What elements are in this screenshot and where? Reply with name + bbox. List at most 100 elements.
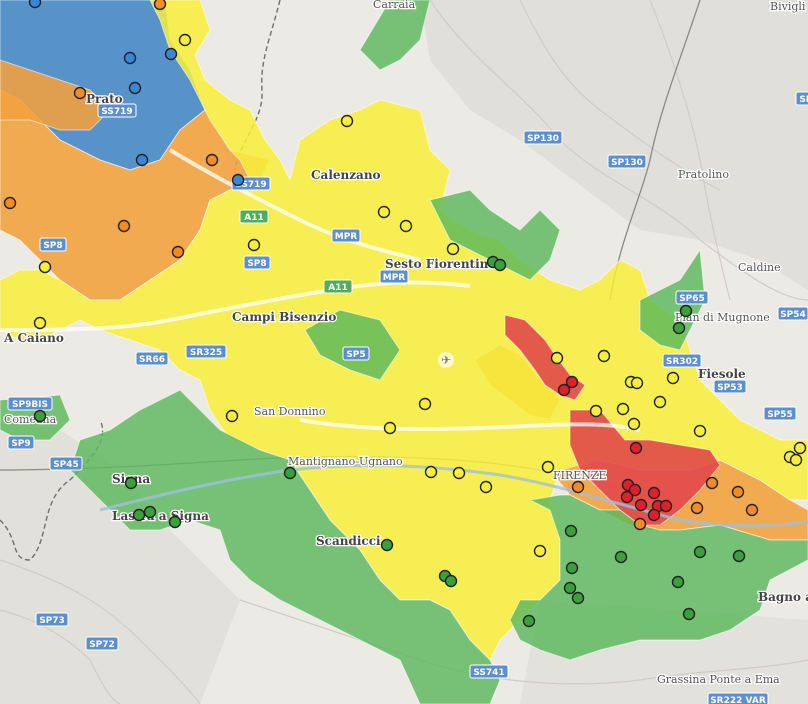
station-marker-yellow-22[interactable]: [424, 465, 438, 479]
station-marker-yellow-17[interactable]: [627, 417, 641, 431]
svg-text:SS719: SS719: [101, 107, 132, 117]
station-marker-green-16[interactable]: [563, 581, 577, 595]
station-marker-blue-1[interactable]: [28, 0, 42, 9]
station-marker-yellow-13[interactable]: [653, 395, 667, 409]
station-marker-blue-3[interactable]: [164, 47, 178, 61]
station-marker-green-4[interactable]: [679, 304, 693, 318]
station-marker-yellow-18[interactable]: [693, 424, 707, 438]
station-marker-orange-7[interactable]: [571, 480, 585, 494]
station-marker-yellow-4[interactable]: [399, 219, 413, 233]
station-marker-orange-10[interactable]: [705, 476, 719, 490]
station-marker-blue-6[interactable]: [231, 173, 245, 187]
station-marker-orange-4[interactable]: [3, 196, 17, 210]
station-marker-yellow-10[interactable]: [597, 349, 611, 363]
station-marker-red-11[interactable]: [647, 508, 661, 522]
station-marker-green-23[interactable]: [522, 614, 536, 628]
shield-sp7: SP7: [795, 91, 808, 106]
station-marker-red-2[interactable]: [557, 383, 571, 397]
station-marker-yellow-21[interactable]: [225, 409, 239, 423]
station-marker-yellow-29[interactable]: [789, 453, 803, 467]
svg-text:SP72: SP72: [89, 640, 115, 650]
station-marker-green-17[interactable]: [571, 591, 585, 605]
station-marker-yellow-23[interactable]: [452, 466, 466, 480]
station-marker-yellow-24[interactable]: [479, 480, 493, 494]
station-marker-green-18[interactable]: [614, 550, 628, 564]
svg-text:SP73: SP73: [39, 616, 65, 626]
station-marker-blue-5[interactable]: [135, 153, 149, 167]
station-marker-yellow-7[interactable]: [38, 260, 52, 274]
place-label-fiesole: Fiesole: [698, 367, 746, 381]
station-marker-red-10[interactable]: [659, 499, 673, 513]
shield-sr222: SR222 VAR: [707, 692, 769, 704]
station-marker-red-7[interactable]: [620, 490, 634, 504]
station-marker-green-8[interactable]: [143, 505, 157, 519]
station-marker-red-6[interactable]: [647, 486, 661, 500]
svg-text:SP53: SP53: [717, 383, 743, 393]
svg-text:SP54: SP54: [780, 310, 806, 320]
station-marker-green-3[interactable]: [672, 321, 686, 335]
map-canvas[interactable]: Carraia Bivigli Prato Calenzano Sesto Fi…: [0, 0, 808, 704]
place-label-sandonnino: San Donnino: [254, 405, 326, 418]
station-marker-green-9[interactable]: [132, 508, 146, 522]
svg-text:✈: ✈: [441, 353, 451, 367]
station-marker-yellow-1[interactable]: [178, 33, 192, 47]
station-marker-red-8[interactable]: [634, 498, 648, 512]
station-marker-blue-4[interactable]: [128, 81, 142, 95]
station-marker-yellow-19[interactable]: [418, 397, 432, 411]
station-marker-yellow-20[interactable]: [383, 421, 397, 435]
station-marker-orange-12[interactable]: [745, 503, 759, 517]
station-marker-green-2[interactable]: [493, 258, 507, 272]
svg-text:SR222 VAR: SR222 VAR: [710, 696, 766, 704]
station-marker-yellow-2[interactable]: [340, 114, 354, 128]
station-marker-yellow-25[interactable]: [541, 460, 555, 474]
station-marker-yellow-5[interactable]: [247, 238, 261, 252]
station-marker-green-13[interactable]: [444, 574, 458, 588]
place-label-acaiano: A Caiano: [3, 331, 64, 345]
place-label-firenze: FIRENZE: [553, 469, 607, 482]
station-marker-orange-1[interactable]: [153, 0, 167, 11]
station-marker-orange-5[interactable]: [117, 219, 131, 233]
station-marker-orange-6[interactable]: [171, 245, 185, 259]
svg-text:SS741: SS741: [473, 668, 504, 678]
station-marker-green-10[interactable]: [168, 515, 182, 529]
station-marker-yellow-16[interactable]: [589, 404, 603, 418]
station-marker-yellow-27[interactable]: [793, 441, 807, 455]
shield-sp8a: SP8: [39, 237, 67, 252]
shield-sp8b: SP8: [243, 255, 271, 270]
station-marker-orange-8[interactable]: [633, 517, 647, 531]
station-marker-orange-9[interactable]: [690, 501, 704, 515]
svg-text:SP5: SP5: [346, 350, 365, 360]
station-marker-yellow-26[interactable]: [533, 544, 547, 558]
station-marker-green-7[interactable]: [283, 466, 297, 480]
station-marker-yellow-6[interactable]: [446, 242, 460, 256]
station-marker-yellow-15[interactable]: [616, 402, 630, 416]
station-marker-yellow-9[interactable]: [550, 351, 564, 365]
map-view[interactable]: Carraia Bivigli Prato Calenzano Sesto Fi…: [0, 0, 808, 704]
station-marker-yellow-14[interactable]: [666, 371, 680, 385]
station-marker-green-11[interactable]: [380, 538, 394, 552]
station-marker-green-6[interactable]: [124, 476, 138, 490]
station-marker-orange-2[interactable]: [73, 86, 87, 100]
station-marker-green-20[interactable]: [682, 607, 696, 621]
station-marker-yellow-3[interactable]: [377, 205, 391, 219]
station-marker-green-22[interactable]: [732, 549, 746, 563]
svg-text:SP8: SP8: [43, 241, 62, 251]
station-marker-green-21[interactable]: [693, 545, 707, 559]
svg-text:SP55: SP55: [767, 410, 793, 420]
station-marker-green-14[interactable]: [564, 524, 578, 538]
station-marker-red-3[interactable]: [629, 441, 643, 455]
station-marker-green-5[interactable]: [33, 409, 47, 423]
station-marker-green-15[interactable]: [565, 561, 579, 575]
svg-text:SP65: SP65: [679, 294, 705, 304]
svg-text:SP130: SP130: [611, 158, 643, 168]
shield-sp65: SP65: [675, 290, 709, 305]
place-label-lastra: Lastra a Signa: [112, 509, 209, 523]
station-marker-orange-11[interactable]: [731, 485, 745, 499]
svg-text:SR66: SR66: [139, 355, 165, 365]
station-marker-orange-3[interactable]: [205, 153, 219, 167]
station-marker-blue-2[interactable]: [123, 51, 137, 65]
station-marker-yellow-8[interactable]: [33, 316, 47, 330]
station-marker-green-19[interactable]: [671, 575, 685, 589]
shield-sp9bis: SP9BIS: [7, 396, 53, 411]
station-marker-yellow-12[interactable]: [630, 376, 644, 390]
